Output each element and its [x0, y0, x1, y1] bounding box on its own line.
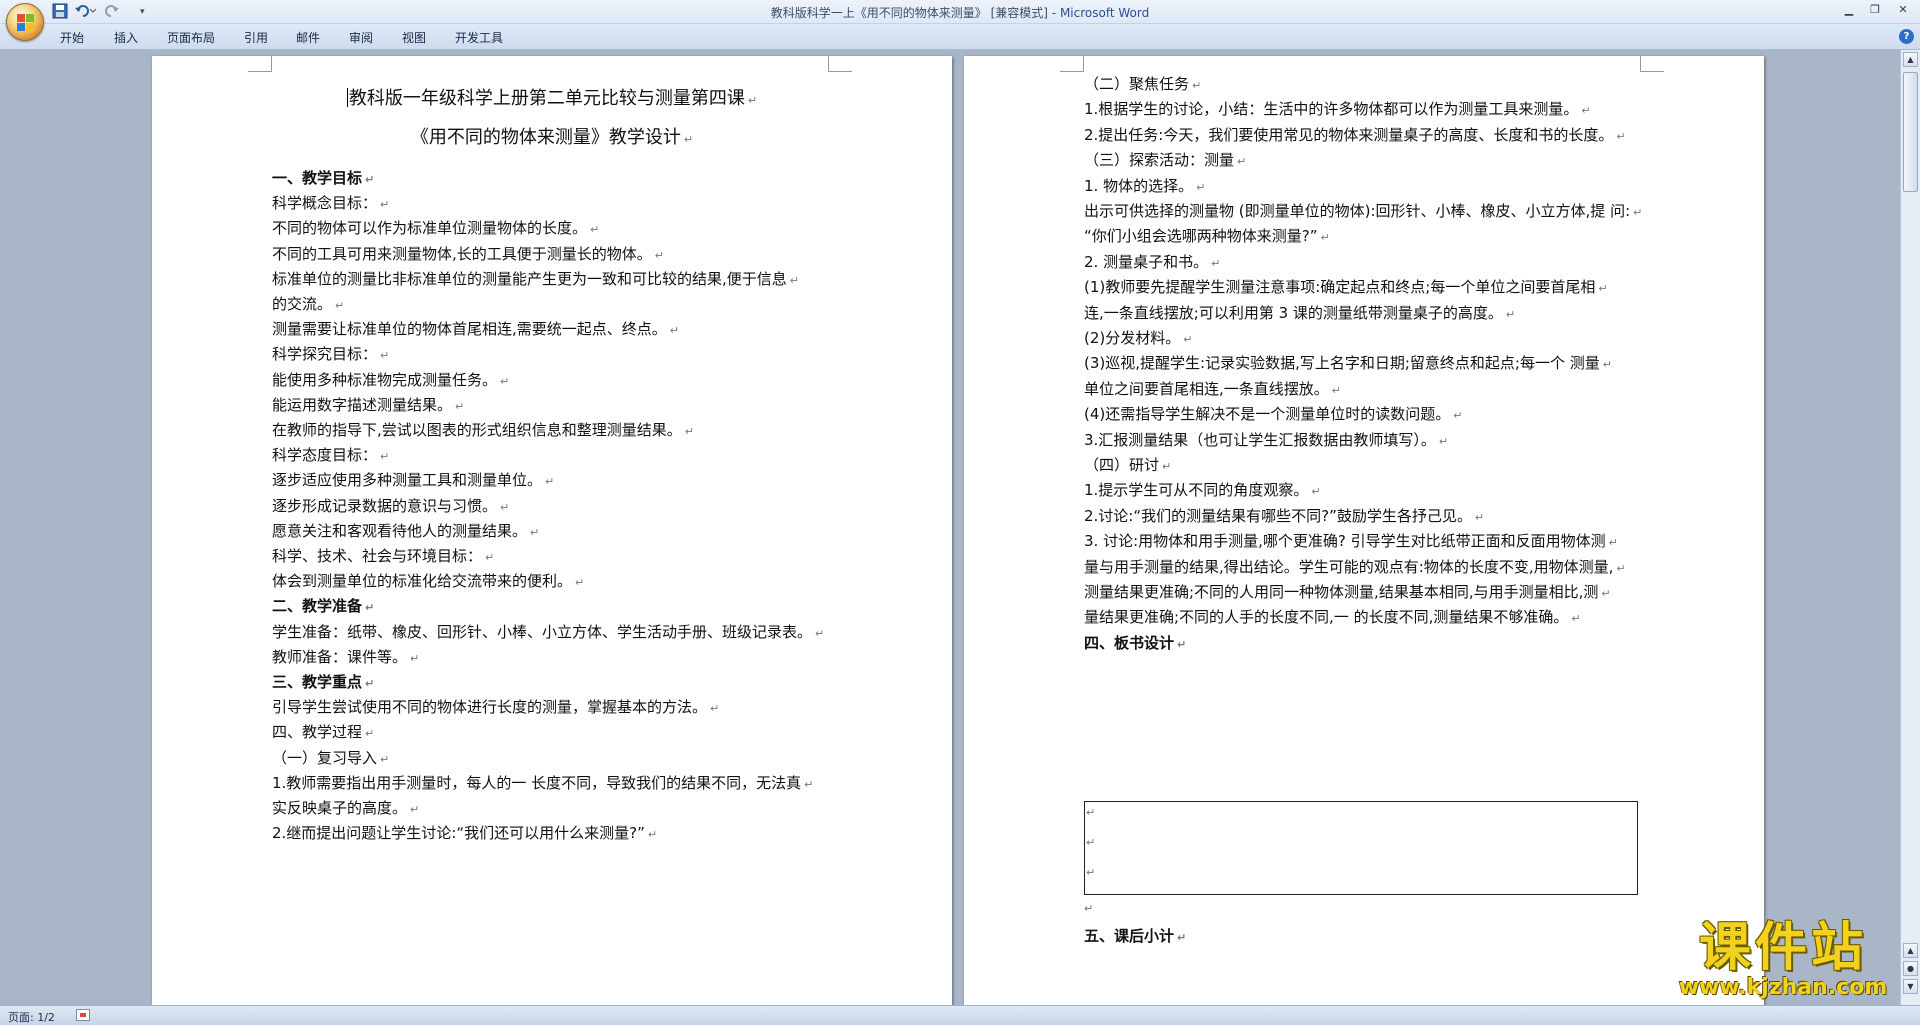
- text-line: 能运用数字描述测量结果。 ↵: [272, 395, 465, 414]
- margin-corner-mark: [1640, 56, 1664, 72]
- text-line: 出示可供选择的测量物 (即测量单位的物体):回形针、小棒、橡皮、小立方体,提 问…: [1084, 202, 1643, 220]
- paragraph-mark: ↵: [1086, 866, 1096, 879]
- page-2[interactable]: （二）聚焦任务 ↵ 1.根据学生的讨论，小结：生活中的许多物体都可以作为测量工具来测…: [964, 56, 1764, 1005]
- document-title-heading: 教科版一年级科学上册第二单元比较与测量第四课 ↵: [346, 88, 758, 109]
- tab-home[interactable]: 开始: [60, 29, 84, 46]
- text-line: 逐步适应使用多种测量工具和测量单位。 ↵: [272, 471, 555, 490]
- text-cursor: [346, 88, 348, 107]
- text-line: （二）聚焦任务 ↵: [1084, 75, 1202, 93]
- text-line: 2.继而提出问题让学生讨论:“我们还可以用什么来测量?” ↵: [272, 824, 658, 843]
- margin-corner-mark: [828, 56, 852, 72]
- blackboard-design-box[interactable]: ↵ ↵ ↵: [1084, 801, 1638, 895]
- text-line: 的交流。 ↵: [272, 295, 345, 313]
- paragraph-mark: ↵: [1086, 806, 1096, 819]
- text-line: 科学、技术、社会与环境目标： ↵: [272, 547, 495, 565]
- margin-corner-mark: [1060, 56, 1084, 72]
- section-heading: 三、教学重点 ↵: [272, 673, 375, 691]
- vertical-scrollbar[interactable]: ▲ ▲ ● ▼: [1900, 50, 1920, 1005]
- page-1[interactable]: 教科版一年级科学上册第二单元比较与测量第四课 ↵ 《用不同的物体来测量》教学设计 ↵…: [152, 56, 952, 1005]
- scroll-up-icon[interactable]: ▲: [1903, 52, 1918, 67]
- text-line: 单位之间要首尾相连,一条直线摆放。 ↵: [1084, 379, 1341, 398]
- text-line: 1.教师需要指出用手测量时，每人的一 长度不同，导致我们的结果不同，无法真 ↵: [272, 773, 814, 792]
- document-subtitle: 《用不同的物体来测量》教学设计 ↵: [410, 127, 694, 148]
- section-heading: 一、教学目标 ↵: [272, 169, 375, 187]
- tab-page-layout[interactable]: 页面布局: [167, 29, 215, 46]
- text-line: (3)巡视,提醒学生:记录实验数据,写上名字和日期;留意终点和起点;每一个 测量…: [1084, 354, 1612, 373]
- text-line: 量与用手测量的结果,得出结论。学生可能的观点有:物体的长度不变,用物体测量, ↵: [1084, 557, 1626, 576]
- text-line: 能使用多种标准物完成测量任务。 ↵: [272, 370, 510, 389]
- text-line: (4)还需指导学生解决不是一个测量单位时的读数问题。 ↵: [1084, 405, 1463, 424]
- text-line: 科学探究目标： ↵: [272, 345, 390, 364]
- text-line: (2)分发材料。 ↵: [1084, 329, 1193, 347]
- text-line: 2. 测量桌子和书。 ↵: [1084, 252, 1221, 271]
- proofing-icon[interactable]: [76, 1009, 90, 1021]
- text-line: 四、教学过程 ↵: [272, 723, 375, 742]
- paragraph-mark: ↵: [1086, 836, 1096, 849]
- text-line: 在教师的指导下,尝试以图表的形式组织信息和整理测量结果。 ↵: [272, 421, 694, 439]
- box-after-mark: ↵: [1084, 902, 1094, 915]
- text-line: 体会到测量单位的标准化给交流带来的便利。 ↵: [272, 572, 585, 591]
- text-line: （三）探索活动：测量 ↵: [1084, 151, 1247, 170]
- watermark-name: 课件站: [1698, 918, 1867, 978]
- text-line: 测量需要让标准单位的物体首尾相连,需要统一起点、终点。 ↵: [272, 320, 679, 339]
- text-line: 教师准备：课件等。 ↵: [272, 647, 420, 666]
- text-line: 实反映桌子的高度。 ↵: [272, 799, 420, 817]
- scroll-thumb[interactable]: [1903, 72, 1918, 192]
- tab-mailings[interactable]: 邮件: [296, 29, 320, 46]
- watermark-logo: 课件站 www.kjzhan.com: [1658, 920, 1908, 1000]
- text-line: 3. 讨论:用物体和用手测量,哪个更准确? 引导学生对比纸带正面和反面用物体测 ↵: [1084, 532, 1618, 551]
- app-name: Microsoft Word: [1059, 6, 1150, 20]
- title-bar: ▾ 教科版科学一上《用不同的物体来测量》 [兼容模式] - Microsoft …: [0, 0, 1920, 41]
- tab-insert[interactable]: 插入: [114, 29, 138, 46]
- text-line: 连,一条直线摆放;可以利用第 3 课的测量纸带测量桌子的高度。 ↵: [1084, 303, 1516, 322]
- text-line: 引导学生尝试使用不同的物体进行长度的测量，掌握基本的方法。 ↵: [272, 698, 720, 717]
- close-icon[interactable]: ✕: [1892, 2, 1914, 18]
- text-line: （一）复习导入 ↵: [272, 748, 390, 767]
- text-line: （四）研讨 ↵: [1084, 456, 1172, 474]
- margin-corner-mark: [248, 56, 272, 72]
- text-line: 科学概念目标： ↵: [272, 194, 390, 213]
- text-line: 2.提出任务:今天，我们要使用常见的物体来测量桌子的高度、长度和书的长度。 ↵: [1084, 125, 1626, 144]
- text-line: “你们小组会选哪两种物体来测量?” ↵: [1084, 227, 1330, 246]
- text-line: 1.根据学生的讨论，小结：生活中的许多物体都可以作为测量工具来测量。 ↵: [1084, 100, 1591, 119]
- text-line: (1)教师要先提醒学生测量注意事项:确定起点和终点;每一个单位之间要首尾相 ↵: [1084, 278, 1608, 297]
- watermark-url: www.kjzhan.com: [1678, 975, 1888, 1000]
- tab-review[interactable]: 审阅: [349, 29, 373, 46]
- status-bar: 页面: 1/2: [0, 1005, 1920, 1025]
- office-button[interactable]: [6, 3, 44, 41]
- text-line: 不同的物体可以作为标准单位测量物体的长度。 ↵: [272, 219, 600, 238]
- tab-developer[interactable]: 开发工具: [455, 29, 503, 46]
- tab-references[interactable]: 引用: [244, 29, 268, 46]
- window-title: 教科版科学一上《用不同的物体来测量》 [兼容模式] - Microsoft Wo…: [770, 6, 1150, 20]
- text-line: 学生准备：纸带、橡皮、回形针、小棒、小立方体、学生活动手册、班级记录表。 ↵: [272, 622, 825, 641]
- text-line: 科学态度目标： ↵: [272, 446, 390, 465]
- section-heading: 二、教学准备 ↵: [272, 597, 375, 616]
- text-line: 愿意关注和客观看待他人的测量结果。 ↵: [272, 521, 540, 540]
- document-workspace[interactable]: 教科版一年级科学上册第二单元比较与测量第四课 ↵ 《用不同的物体来测量》教学设计 ↵…: [0, 50, 1900, 1005]
- help-icon[interactable]: ?: [1899, 29, 1914, 44]
- text-line: 1. 物体的选择。 ↵: [1084, 176, 1206, 195]
- page-count[interactable]: 页面: 1/2: [8, 1009, 55, 1025]
- document-title: 教科版科学一上《用不同的物体来测量》 [兼容模式]: [770, 6, 1048, 20]
- text-line: 测量结果更准确;不同的人用同一种物体测量,结果基本相同,与用手测量相比,测 ↵: [1084, 583, 1611, 601]
- text-line: 逐步形成记录数据的意识与习惯。 ↵: [272, 496, 510, 515]
- minimize-icon[interactable]: ▁: [1838, 2, 1860, 18]
- ribbon-tabs: 开始 插入 页面布局 引用 邮件 审阅 视图 开发工具 ?: [0, 24, 1920, 50]
- text-line: 3.汇报测量结果（也可让学生汇报数据由教师填写）。 ↵: [1084, 430, 1449, 449]
- text-line: 1.提示学生可从不同的角度观察。 ↵: [1084, 481, 1321, 500]
- text-line: 标准单位的测量比非标准单位的测量能产生更为一致和可比较的结果,便于信息 ↵: [272, 269, 799, 288]
- section-heading: 四、板书设计 ↵: [1084, 633, 1187, 652]
- text-line: 2.讨论:“我们的测量结果有哪些不同?”鼓励学生各抒己见。 ↵: [1084, 506, 1485, 525]
- tab-view[interactable]: 视图: [402, 29, 426, 46]
- office-logo-icon: [17, 14, 35, 32]
- text-line: 量结果更准确;不同的人手的长度不同,一 的长度不同,测量结果不够准确。 ↵: [1084, 608, 1581, 627]
- text-line: 不同的工具可用来测量物体,长的工具便于测量长的物体。 ↵: [272, 244, 664, 263]
- restore-icon[interactable]: ❐: [1864, 2, 1886, 18]
